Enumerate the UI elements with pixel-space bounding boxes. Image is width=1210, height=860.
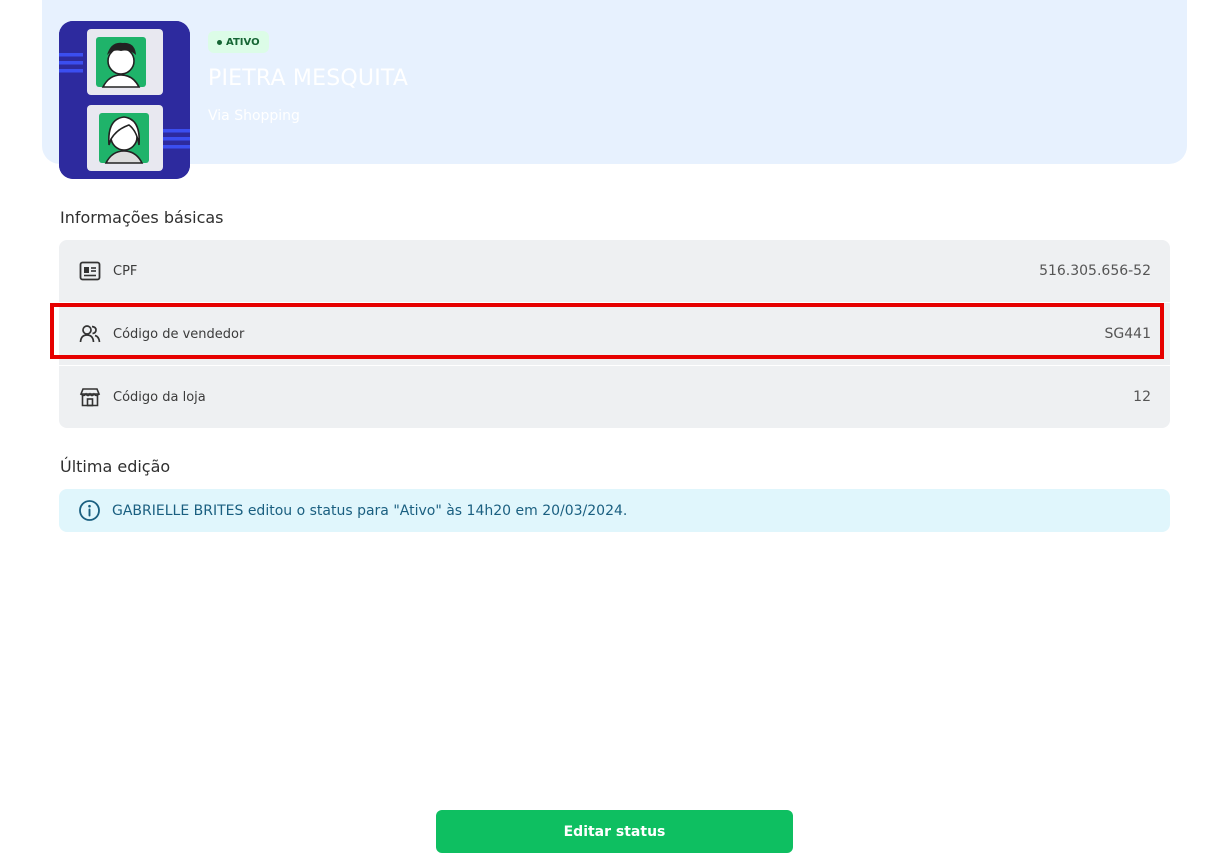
- avatar-illustration: [59, 21, 190, 179]
- id-card-icon: [79, 260, 101, 282]
- basic-info-card: CPF 516.305.656-52 Código de vendedor SG…: [59, 240, 1170, 428]
- status-dot-icon: [217, 39, 222, 45]
- info-row-label: Código de vendedor: [113, 326, 245, 342]
- status-badge: ATIVO: [208, 31, 269, 53]
- info-row-label: Código da loja: [113, 389, 206, 405]
- users-icon: [79, 323, 101, 345]
- info-row-value: 516.305.656-52: [1039, 263, 1151, 279]
- info-row-cpf: CPF 516.305.656-52: [59, 240, 1170, 302]
- info-row-value: SG441: [1104, 326, 1151, 342]
- info-row-store-code: Código da loja 12: [59, 366, 1170, 428]
- person-name: PIETRA MESQUITA: [208, 66, 409, 91]
- info-row-value: 12: [1133, 389, 1151, 405]
- store-icon: [79, 386, 101, 408]
- basic-info-title: Informações básicas: [60, 208, 224, 227]
- info-row-seller-code: Código de vendedor SG441: [59, 303, 1170, 365]
- edit-status-button[interactable]: Editar status: [436, 810, 793, 853]
- store-name: Via Shopping: [208, 108, 300, 124]
- info-icon: [78, 499, 101, 522]
- status-badge-label: ATIVO: [226, 36, 260, 48]
- last-edit-title: Última edição: [60, 457, 171, 476]
- avatar: [59, 21, 190, 179]
- last-edit-message: GABRIELLE BRITES editou o status para "A…: [112, 502, 628, 519]
- info-row-label: CPF: [113, 263, 138, 279]
- last-edit-alert: GABRIELLE BRITES editou o status para "A…: [59, 489, 1170, 532]
